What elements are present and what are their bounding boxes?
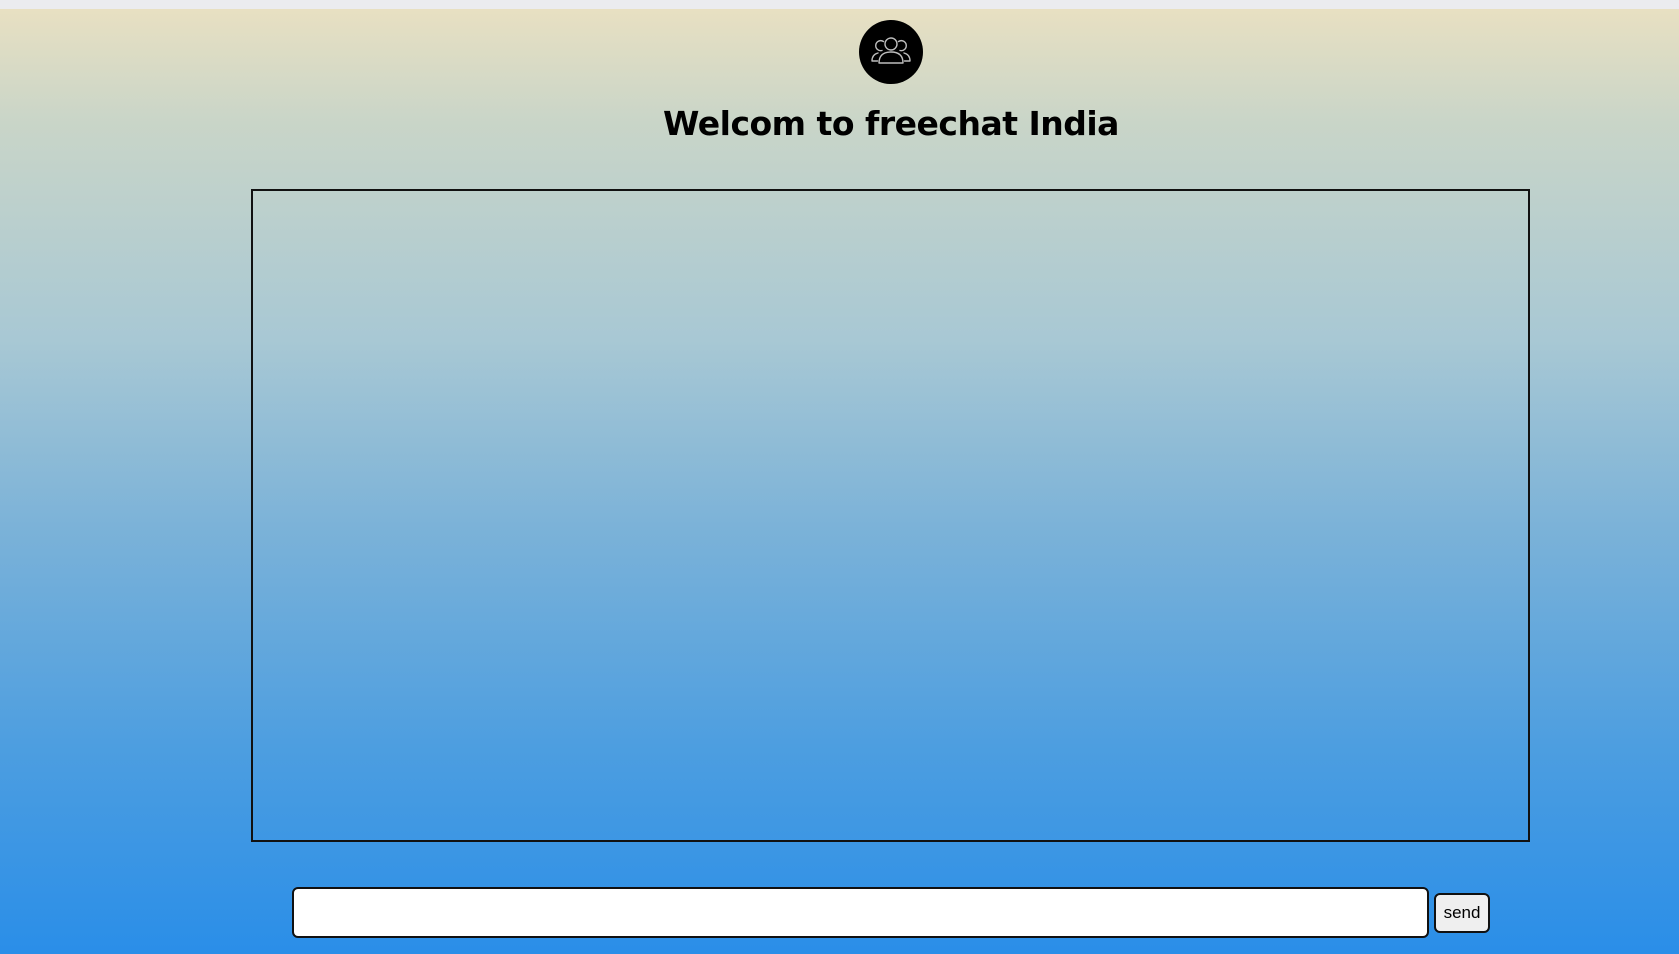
logo-avatar: [859, 20, 923, 84]
chat-page: Welcom to freechat India send: [0, 9, 1679, 954]
browser-top-strip: [0, 0, 1679, 9]
page-title: Welcom to freechat India: [663, 104, 1119, 143]
send-button[interactable]: send: [1434, 893, 1490, 933]
message-input[interactable]: [292, 887, 1429, 938]
users-group-icon: [869, 33, 913, 71]
chat-messages-area[interactable]: [251, 189, 1530, 842]
